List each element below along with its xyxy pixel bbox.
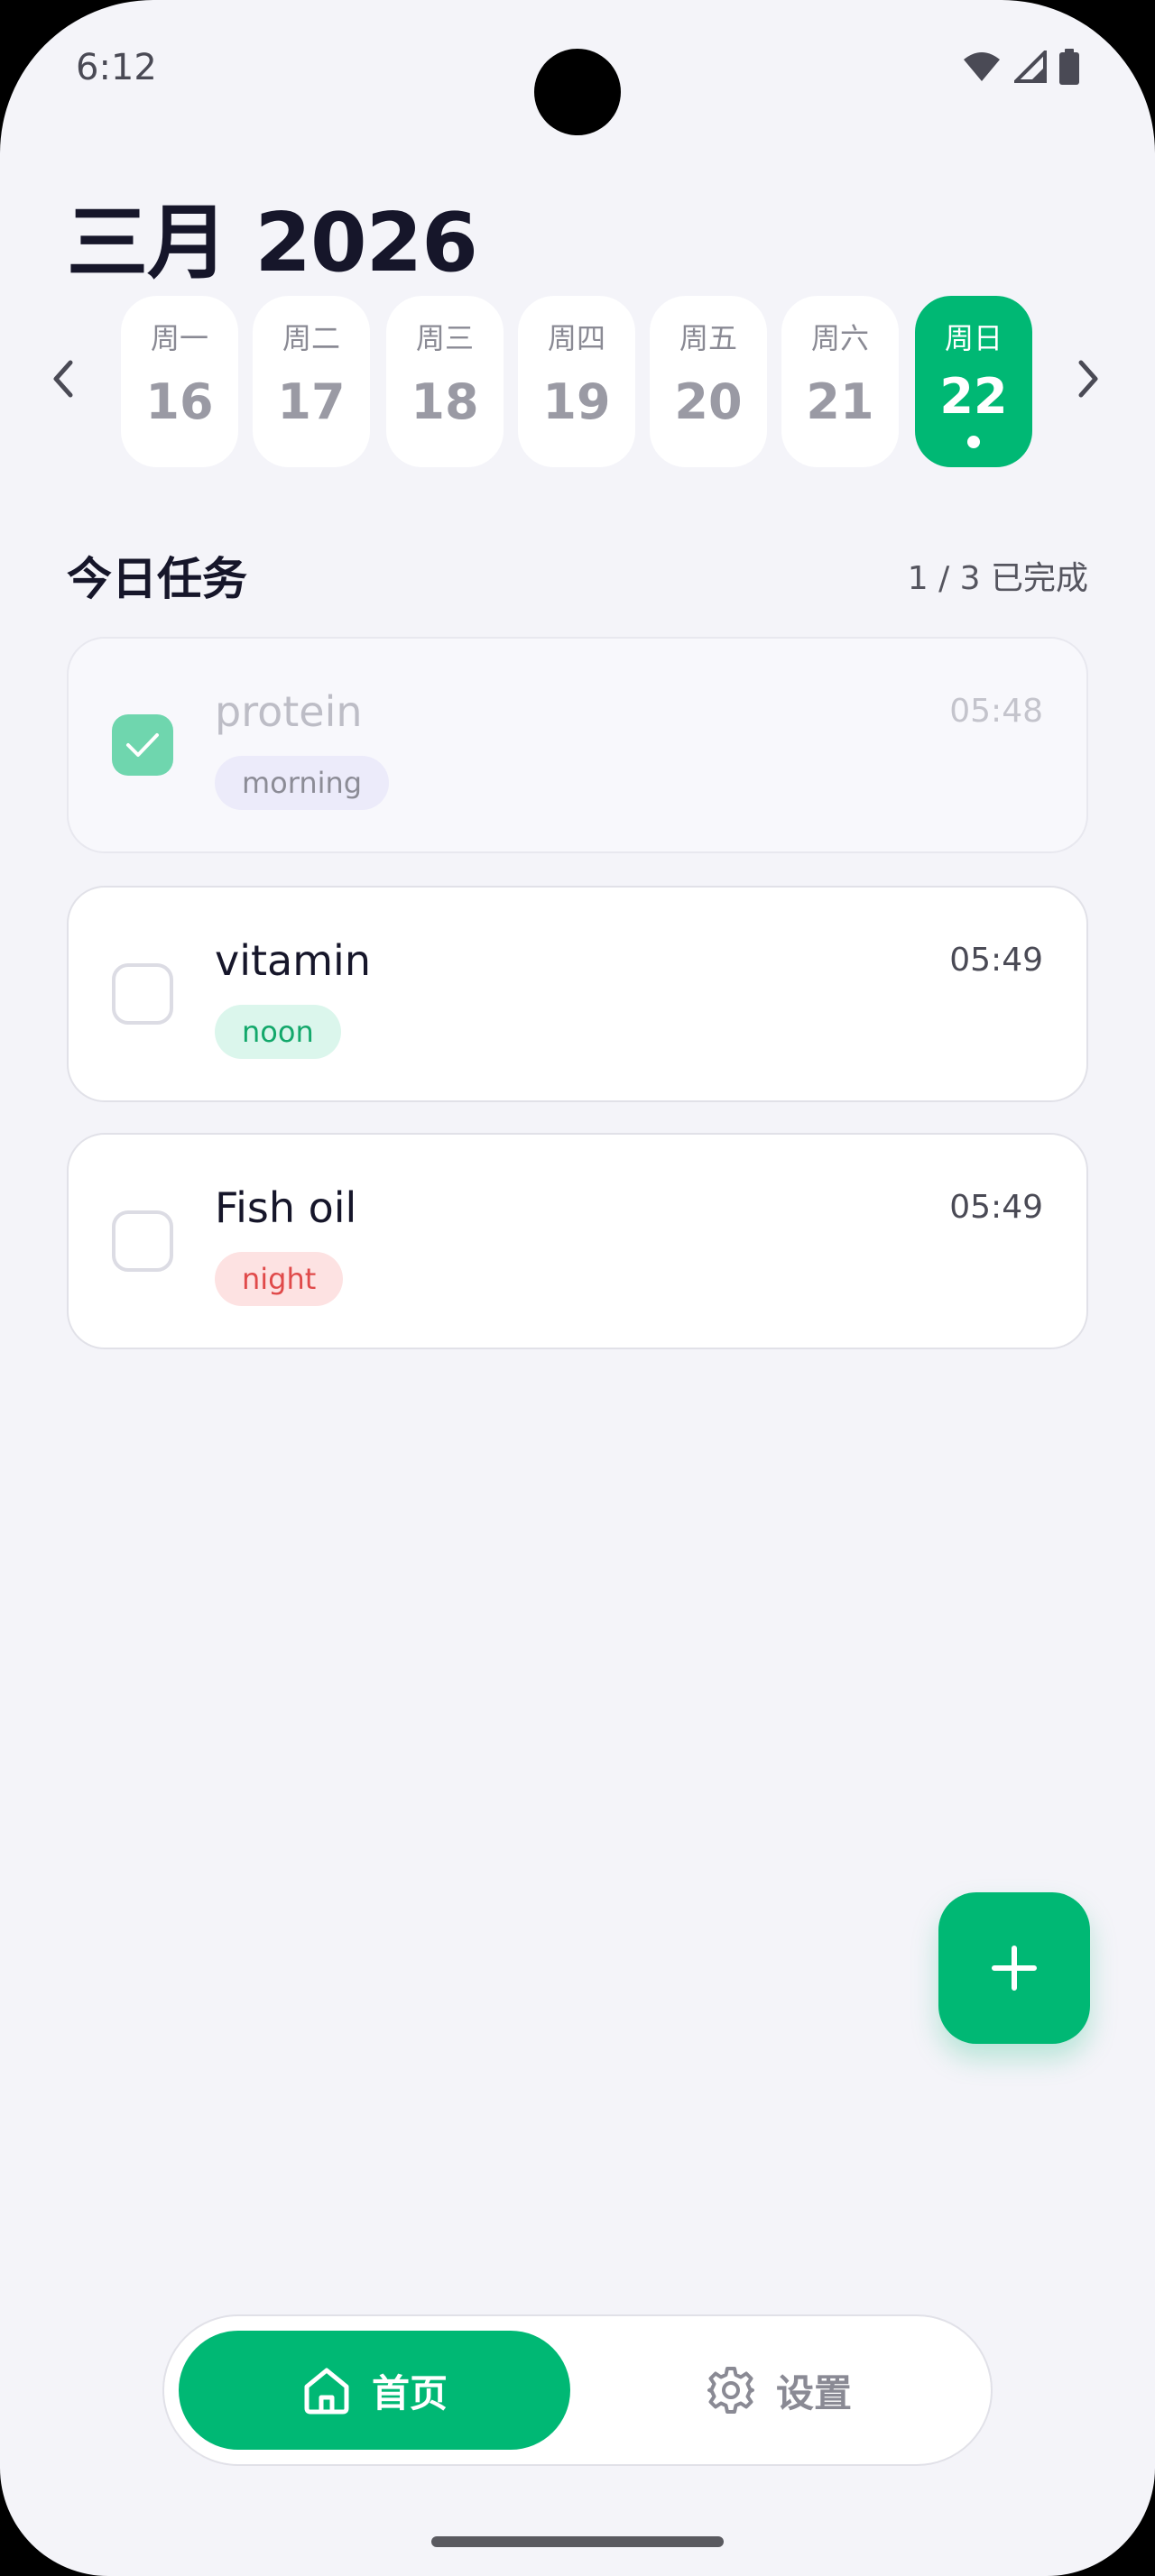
task-checkbox-checked[interactable] [112,714,173,776]
weekday-label: 周日 [944,321,1003,355]
date-number: 20 [674,373,743,430]
date-number: 19 [542,373,611,430]
weekday-label: 周六 [810,321,869,355]
day-card-tue[interactable]: 周二 17 [253,296,370,467]
weekday-label: 周五 [679,321,737,355]
date-number: 22 [939,368,1008,425]
nav-home-tab[interactable]: 首页 [179,2331,570,2450]
weekday-label: 周三 [415,321,474,355]
task-checkbox[interactable] [112,1210,173,1272]
battery-icon [1059,49,1079,85]
camera-cutout [534,49,621,135]
app-screen: 6:12 三月 2026 周一 16 周二 17 周三 18 周四 19 周五 … [0,0,1155,2576]
section-title: 今日任务 [67,553,247,605]
date-number: 18 [411,373,479,430]
day-card-wed[interactable]: 周三 18 [386,296,504,467]
plus-icon [992,1946,1037,1991]
chevron-right-icon [1078,360,1098,398]
check-icon [126,733,159,757]
task-name: vitamin [215,936,371,985]
month-title: 三月 2026 [67,196,478,290]
nav-home-label: 首页 [371,2370,448,2415]
prev-week-button[interactable] [36,352,90,406]
day-card-fri[interactable]: 周五 20 [650,296,767,467]
wifi-icon [964,52,1000,81]
task-tag: night [215,1252,344,1306]
bottom-nav: 首页 设置 [162,2314,993,2466]
task-checkbox[interactable] [112,963,173,1025]
day-card-thu[interactable]: 周四 19 [518,296,635,467]
status-time: 6:12 [76,47,157,88]
signal-icon [1014,51,1047,83]
date-number: 17 [277,373,346,430]
status-icons [962,49,1079,85]
date-number: 16 [145,373,214,430]
progress-count: 1 / 3 已完成 [907,560,1088,597]
task-name: Fish oil [215,1183,357,1232]
day-card-sun-selected[interactable]: 周日 22 [915,296,1032,467]
task-name: protein [215,687,363,736]
nav-settings-tab[interactable]: 设置 [706,2331,852,2450]
day-card-sat[interactable]: 周六 21 [781,296,899,467]
nav-settings-label: 设置 [776,2370,853,2415]
task-card[interactable]: protein 05:48 morning [67,637,1088,853]
day-card-mon[interactable]: 周一 16 [121,296,238,467]
task-time: 05:49 [949,942,1043,979]
task-tag: noon [215,1005,341,1059]
add-task-button[interactable] [938,1892,1090,2044]
next-week-button[interactable] [1061,352,1115,406]
weekday-label: 周四 [547,321,605,355]
weekday-label: 周二 [282,321,340,355]
task-time: 05:49 [949,1189,1043,1226]
task-card[interactable]: Fish oil 05:49 night [67,1133,1088,1349]
weekday-label: 周一 [150,321,208,355]
home-indicator [431,2536,724,2547]
gear-icon [707,2367,754,2414]
chevron-left-icon [53,360,73,398]
task-time: 05:48 [949,693,1043,730]
home-icon [304,2368,349,2415]
task-tag: morning [215,756,390,810]
task-card[interactable]: vitamin 05:49 noon [67,886,1088,1102]
today-dot [967,436,980,448]
date-number: 21 [806,373,874,430]
